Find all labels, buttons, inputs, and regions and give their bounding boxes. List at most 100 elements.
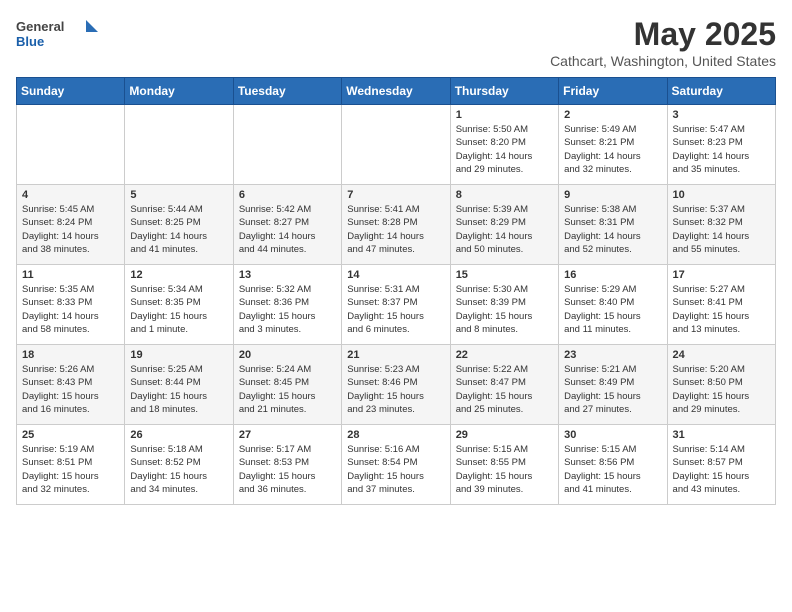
day-number: 10 — [673, 189, 770, 201]
day-info: Sunrise: 5:30 AM Sunset: 8:39 PM Dayligh… — [456, 283, 553, 336]
calendar-cell: 30Sunrise: 5:15 AM Sunset: 8:56 PM Dayli… — [559, 425, 667, 505]
day-number: 24 — [673, 349, 770, 361]
day-number: 5 — [130, 189, 227, 201]
day-info: Sunrise: 5:22 AM Sunset: 8:47 PM Dayligh… — [456, 363, 553, 416]
day-info: Sunrise: 5:25 AM Sunset: 8:44 PM Dayligh… — [130, 363, 227, 416]
calendar-cell: 7 Sunrise: 5:41 AM Sunset: 8:28 PM Daylig… — [342, 185, 450, 265]
day-info: Sunrise: 5:42 AM Sunset: 8:27 PM Dayligh… — [239, 203, 336, 256]
day-number: 3 — [673, 109, 770, 121]
calendar-cell: 13 Sunrise: 5:32 AM Sunset: 8:36 PM Dayli… — [233, 265, 341, 345]
page-header: GeneralBlue May 2025 Cathcart, Washingto… — [16, 16, 776, 69]
calendar-week-row: 11 Sunrise: 5:35 AM Sunset: 8:33 PM Dayli… — [17, 265, 776, 345]
calendar-cell — [17, 105, 125, 185]
day-info: Sunrise: 5:14 AM Sunset: 8:57 PM Dayligh… — [673, 443, 770, 496]
day-info: Sunrise: 5:39 AM Sunset: 8:29 PM Dayligh… — [456, 203, 553, 256]
calendar-week-row: 25Sunrise: 5:19 AM Sunset: 8:51 PM Dayli… — [17, 425, 776, 505]
day-number: 19 — [130, 349, 227, 361]
weekday-header: Friday — [559, 78, 667, 105]
day-info: Sunrise: 5:45 AM Sunset: 8:24 PM Dayligh… — [22, 203, 119, 256]
weekday-header: Tuesday — [233, 78, 341, 105]
calendar-cell: 12 Sunrise: 5:34 AM Sunset: 8:35 PM Dayli… — [125, 265, 233, 345]
day-number: 25 — [22, 429, 119, 441]
day-info: Sunrise: 5:29 AM Sunset: 8:40 PM Dayligh… — [564, 283, 661, 336]
svg-text:General: General — [16, 19, 64, 34]
calendar-cell: 4 Sunrise: 5:45 AM Sunset: 8:24 PM Daylig… — [17, 185, 125, 265]
calendar-cell — [342, 105, 450, 185]
calendar-cell: 26 Sunrise: 5:18 AM Sunset: 8:52 PM Dayli… — [125, 425, 233, 505]
day-info: Sunrise: 5:15 AM Sunset: 8:55 PM Dayligh… — [456, 443, 553, 496]
day-number: 13 — [239, 269, 336, 281]
weekday-header: Sunday — [17, 78, 125, 105]
title-block: May 2025 Cathcart, Washington, United St… — [550, 16, 776, 69]
calendar-cell: 9 Sunrise: 5:38 AM Sunset: 8:31 PM Daylig… — [559, 185, 667, 265]
day-number: 18 — [22, 349, 119, 361]
calendar-cell: 6 Sunrise: 5:42 AM Sunset: 8:27 PM Daylig… — [233, 185, 341, 265]
logo: GeneralBlue — [16, 16, 106, 52]
day-info: Sunrise: 5:32 AM Sunset: 8:36 PM Dayligh… — [239, 283, 336, 336]
day-number: 8 — [456, 189, 553, 201]
day-info: Sunrise: 5:44 AM Sunset: 8:25 PM Dayligh… — [130, 203, 227, 256]
day-info: Sunrise: 5:34 AM Sunset: 8:35 PM Dayligh… — [130, 283, 227, 336]
calendar-cell: 17 Sunrise: 5:27 AM Sunset: 8:41 PM Dayli… — [667, 265, 775, 345]
day-number: 9 — [564, 189, 661, 201]
day-info: Sunrise: 5:26 AM Sunset: 8:43 PM Dayligh… — [22, 363, 119, 416]
calendar-cell: 3 Sunrise: 5:47 AM Sunset: 8:23 PM Daylig… — [667, 105, 775, 185]
day-number: 27 — [239, 429, 336, 441]
calendar-cell: 22 Sunrise: 5:22 AM Sunset: 8:47 PM Dayli… — [450, 345, 558, 425]
calendar-cell — [233, 105, 341, 185]
day-info: Sunrise: 5:20 AM Sunset: 8:50 PM Dayligh… — [673, 363, 770, 416]
day-number: 31 — [673, 429, 770, 441]
day-info: Sunrise: 5:27 AM Sunset: 8:41 PM Dayligh… — [673, 283, 770, 336]
calendar-cell: 27 Sunrise: 5:17 AM Sunset: 8:53 PM Dayli… — [233, 425, 341, 505]
calendar-week-row: 18 Sunrise: 5:26 AM Sunset: 8:43 PM Dayli… — [17, 345, 776, 425]
calendar-cell: 23Sunrise: 5:21 AM Sunset: 8:49 PM Dayli… — [559, 345, 667, 425]
day-info: Sunrise: 5:31 AM Sunset: 8:37 PM Dayligh… — [347, 283, 444, 336]
day-info: Sunrise: 5:35 AM Sunset: 8:33 PM Dayligh… — [22, 283, 119, 336]
calendar-cell: 10Sunrise: 5:37 AM Sunset: 8:32 PM Dayli… — [667, 185, 775, 265]
calendar-cell: 8 Sunrise: 5:39 AM Sunset: 8:29 PM Daylig… — [450, 185, 558, 265]
calendar-cell: 16 Sunrise: 5:29 AM Sunset: 8:40 PM Dayli… — [559, 265, 667, 345]
day-number: 21 — [347, 349, 444, 361]
day-info: Sunrise: 5:18 AM Sunset: 8:52 PM Dayligh… — [130, 443, 227, 496]
calendar-cell: 18 Sunrise: 5:26 AM Sunset: 8:43 PM Dayli… — [17, 345, 125, 425]
day-info: Sunrise: 5:24 AM Sunset: 8:45 PM Dayligh… — [239, 363, 336, 416]
day-number: 26 — [130, 429, 227, 441]
svg-text:Blue: Blue — [16, 34, 44, 49]
day-number: 12 — [130, 269, 227, 281]
weekday-header: Thursday — [450, 78, 558, 105]
location-title: Cathcart, Washington, United States — [550, 53, 776, 69]
month-title: May 2025 — [550, 16, 776, 53]
day-number: 7 — [347, 189, 444, 201]
calendar-cell: 19 Sunrise: 5:25 AM Sunset: 8:44 PM Dayli… — [125, 345, 233, 425]
day-info: Sunrise: 5:47 AM Sunset: 8:23 PM Dayligh… — [673, 123, 770, 176]
day-info: Sunrise: 5:17 AM Sunset: 8:53 PM Dayligh… — [239, 443, 336, 496]
calendar-cell: 31 Sunrise: 5:14 AM Sunset: 8:57 PM Dayli… — [667, 425, 775, 505]
day-number: 23 — [564, 349, 661, 361]
day-number: 15 — [456, 269, 553, 281]
day-number: 6 — [239, 189, 336, 201]
calendar-cell: 14Sunrise: 5:31 AM Sunset: 8:37 PM Dayli… — [342, 265, 450, 345]
calendar-cell: 2Sunrise: 5:49 AM Sunset: 8:21 PM Daylig… — [559, 105, 667, 185]
day-number: 17 — [673, 269, 770, 281]
day-info: Sunrise: 5:23 AM Sunset: 8:46 PM Dayligh… — [347, 363, 444, 416]
day-number: 11 — [22, 269, 119, 281]
calendar-cell: 24 Sunrise: 5:20 AM Sunset: 8:50 PM Dayli… — [667, 345, 775, 425]
weekday-header: Saturday — [667, 78, 775, 105]
day-number: 20 — [239, 349, 336, 361]
day-number: 30 — [564, 429, 661, 441]
calendar-week-row: 4 Sunrise: 5:45 AM Sunset: 8:24 PM Daylig… — [17, 185, 776, 265]
day-number: 4 — [22, 189, 119, 201]
calendar-table: SundayMondayTuesdayWednesdayThursdayFrid… — [16, 77, 776, 505]
day-number: 28 — [347, 429, 444, 441]
calendar-cell: 28Sunrise: 5:16 AM Sunset: 8:54 PM Dayli… — [342, 425, 450, 505]
day-number: 16 — [564, 269, 661, 281]
day-info: Sunrise: 5:38 AM Sunset: 8:31 PM Dayligh… — [564, 203, 661, 256]
weekday-header: Wednesday — [342, 78, 450, 105]
day-number: 22 — [456, 349, 553, 361]
calendar-cell: 21 Sunrise: 5:23 AM Sunset: 8:46 PM Dayli… — [342, 345, 450, 425]
calendar-cell: 5 Sunrise: 5:44 AM Sunset: 8:25 PM Daylig… — [125, 185, 233, 265]
day-info: Sunrise: 5:41 AM Sunset: 8:28 PM Dayligh… — [347, 203, 444, 256]
logo-svg: GeneralBlue — [16, 16, 106, 52]
calendar-cell: 15 Sunrise: 5:30 AM Sunset: 8:39 PM Dayli… — [450, 265, 558, 345]
day-number: 29 — [456, 429, 553, 441]
